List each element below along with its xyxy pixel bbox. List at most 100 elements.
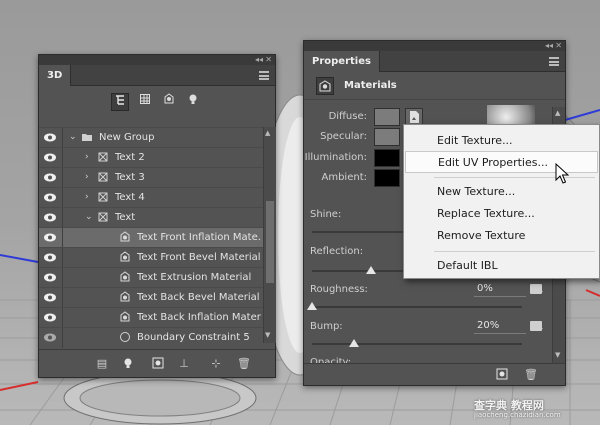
tab-properties[interactable]: Properties — [304, 51, 380, 72]
layer-list-scrollbar[interactable]: ▲ ▼ — [263, 127, 276, 343]
row-divider — [62, 308, 63, 328]
scroll-up-icon[interactable]: ▲ — [265, 129, 270, 137]
visibility-eye-icon[interactable] — [43, 232, 57, 243]
chevron-right-icon[interactable]: › — [85, 152, 89, 162]
reflection-label: Reflection: — [310, 246, 364, 257]
visibility-eye-icon[interactable] — [43, 132, 57, 143]
mesh-grid-icon — [140, 94, 150, 104]
visibility-eye-icon[interactable] — [43, 252, 57, 263]
scroll-down-icon[interactable]: ▼ — [555, 351, 560, 359]
row-divider — [62, 148, 63, 168]
mesh-icon — [97, 191, 109, 203]
visibility-eye-icon[interactable] — [43, 172, 57, 183]
panel-menu-icon[interactable] — [259, 71, 269, 80]
menu-separator — [434, 251, 595, 252]
collapse-icon[interactable]: ◂◂ — [545, 41, 553, 51]
visibility-eye-icon[interactable] — [43, 332, 57, 343]
material-icon — [119, 251, 131, 263]
light-bulb-small-icon — [124, 358, 132, 368]
roughness-slider-track[interactable] — [312, 306, 522, 308]
reflection-slider-knob[interactable] — [365, 266, 376, 274]
properties-tab-bar: Properties — [304, 51, 565, 72]
layer-row[interactable]: Text Front Bevel Material — [39, 247, 263, 268]
chevron-right-icon[interactable]: › — [85, 192, 89, 202]
menu-item-replace-texture[interactable]: Replace Texture... — [405, 203, 598, 225]
layer-label: Text Back Bevel Material — [137, 292, 260, 303]
lights-filter-button[interactable] — [184, 93, 202, 111]
close-icon[interactable]: ✕ — [265, 55, 272, 65]
chevron-down-icon[interactable]: ⌄ — [85, 212, 93, 222]
render-icon[interactable] — [495, 368, 509, 382]
menu-item-default-ibl[interactable]: Default IBL — [405, 255, 598, 277]
specular-color-swatch[interactable] — [374, 128, 400, 146]
render-icon[interactable] — [151, 357, 165, 371]
ambient-color-swatch[interactable] — [374, 169, 400, 187]
tab-3d[interactable]: 3D — [39, 65, 72, 86]
diffuse-color-swatch[interactable] — [374, 108, 400, 126]
row-divider — [62, 288, 63, 308]
layer-row[interactable]: Text Back Inflation Mater... — [39, 307, 263, 328]
menu-separator — [434, 177, 595, 178]
materials-header: Materials — [304, 72, 565, 100]
panel-top-strip: ◂◂ ✕ — [39, 55, 275, 65]
layer-row[interactable]: ⌄ New Group — [39, 127, 263, 148]
meshes-filter-button[interactable] — [136, 93, 154, 111]
add-light-icon[interactable] — [121, 357, 135, 371]
close-icon[interactable]: ✕ — [555, 41, 562, 51]
specular-label: Specular: — [320, 131, 367, 142]
material-icon — [119, 231, 131, 243]
layer-row[interactable]: › Text 2 — [39, 147, 263, 168]
collapse-icon[interactable]: ◂◂ — [255, 55, 263, 65]
visibility-eye-icon[interactable] — [43, 152, 57, 163]
diffuse-label: Diffuse: — [328, 111, 367, 122]
bump-slider-track[interactable] — [312, 343, 522, 345]
scrollbar-thumb[interactable] — [266, 201, 274, 283]
bump-slider-knob[interactable] — [349, 339, 359, 347]
material-icon — [119, 271, 131, 283]
split-object-icon[interactable]: ⊹ — [209, 357, 223, 371]
scene-tree-icon — [116, 95, 124, 105]
layer-row[interactable]: Boundary Constraint 5 — [39, 327, 263, 348]
ground-icon[interactable]: ⊥ — [177, 357, 191, 371]
menu-item-remove-texture[interactable]: Remove Texture — [405, 225, 598, 247]
menu-item-edit-uv-properties[interactable]: Edit UV Properties... — [405, 151, 598, 173]
scroll-down-icon[interactable]: ▼ — [265, 331, 270, 339]
visibility-eye-icon[interactable] — [43, 272, 57, 283]
watermark-sub: jiaocheng.chazidian.com — [474, 411, 561, 419]
whole-scene-filter-button[interactable] — [111, 93, 129, 111]
visibility-eye-icon[interactable] — [43, 192, 57, 203]
chevron-right-icon[interactable]: › — [85, 172, 89, 182]
material-icon — [119, 291, 131, 303]
roughness-slider-knob[interactable] — [307, 302, 317, 310]
materials-section-icon — [316, 77, 334, 95]
row-divider — [62, 168, 63, 188]
materials-filter-button[interactable] — [160, 93, 178, 111]
bump-folder-icon[interactable] — [530, 321, 543, 331]
shine-label: Shine: — [310, 209, 342, 220]
visibility-eye-icon[interactable] — [43, 292, 57, 303]
layer-label: Text Extrusion Material — [137, 272, 252, 283]
ambient-label: Ambient: — [321, 172, 368, 183]
layer-row[interactable]: Text Extrusion Material — [39, 267, 263, 288]
menu-item-edit-texture[interactable]: Edit Texture... — [405, 130, 598, 152]
row-divider — [62, 208, 63, 228]
layer-row[interactable]: › Text 4 — [39, 187, 263, 208]
visibility-eye-icon[interactable] — [43, 312, 57, 323]
illumination-label: Illumination: — [304, 152, 367, 163]
menu-item-new-texture[interactable]: New Texture... — [405, 181, 598, 203]
chevron-down-icon[interactable]: ⌄ — [69, 132, 77, 142]
roughness-value-field[interactable]: 0% — [474, 282, 526, 297]
layer-row[interactable]: Text Back Bevel Material — [39, 287, 263, 308]
roughness-folder-icon[interactable] — [530, 284, 543, 294]
scroll-up-icon[interactable]: ▲ — [555, 109, 560, 117]
layer-row[interactable]: ⌄ Text — [39, 207, 263, 228]
layer-row[interactable]: › Text 3 — [39, 167, 263, 188]
layer-row[interactable]: Text Front Inflation Mate... — [39, 227, 263, 248]
illumination-color-swatch[interactable] — [374, 149, 400, 167]
mesh-icon[interactable]: ▤ — [95, 357, 109, 371]
trash-icon[interactable]: 🗑 — [237, 357, 251, 371]
visibility-eye-icon[interactable] — [43, 212, 57, 223]
panel-menu-icon[interactable] — [549, 57, 559, 66]
bump-value-field[interactable]: 20% — [474, 319, 526, 334]
trash-icon[interactable]: 🗑 — [524, 368, 538, 382]
